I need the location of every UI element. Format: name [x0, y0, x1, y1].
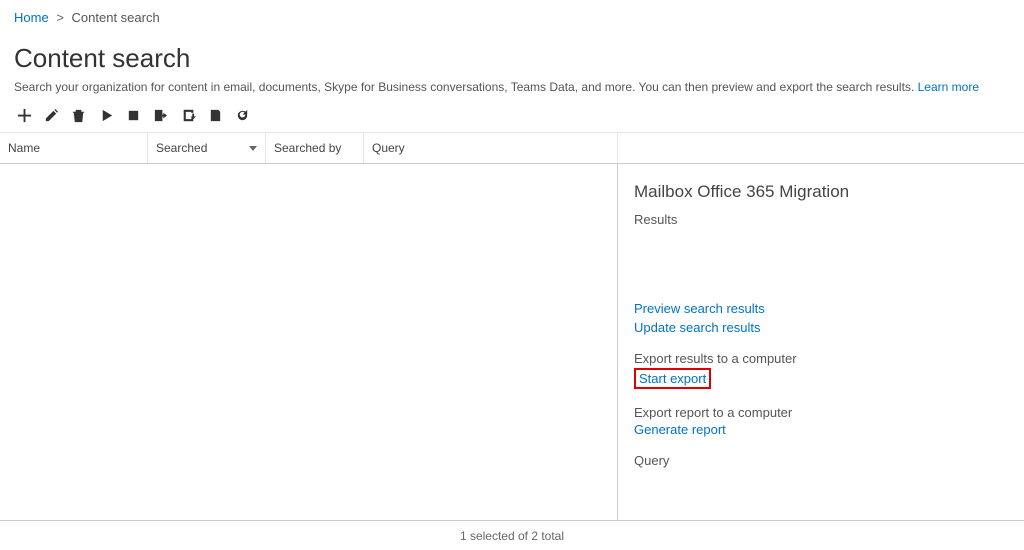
download-button[interactable] — [178, 106, 198, 124]
column-header-detail — [618, 133, 1024, 163]
download-icon — [181, 108, 196, 123]
detail-results-label: Results — [634, 212, 1008, 227]
stop-icon — [126, 108, 141, 123]
start-export-link[interactable]: Start export — [639, 371, 706, 386]
learn-more-link[interactable]: Learn more — [918, 80, 979, 94]
refresh-button[interactable] — [233, 106, 253, 124]
breadcrumb-home-link[interactable]: Home — [14, 10, 49, 25]
detail-pane: Mailbox Office 365 Migration Results Pre… — [618, 164, 1024, 520]
start-button[interactable] — [96, 106, 116, 124]
page-description: Search your organization for content in … — [0, 80, 1024, 106]
refresh-icon — [235, 108, 250, 123]
export-button[interactable] — [151, 106, 171, 124]
export-report-label: Export report to a computer — [634, 405, 1008, 420]
update-results-link[interactable]: Update search results — [634, 320, 1008, 335]
column-header-name-label: Name — [8, 141, 40, 155]
column-header-searched[interactable]: Searched — [148, 133, 266, 163]
breadcrumb: Home > Content search — [0, 0, 1024, 29]
stop-button[interactable] — [123, 106, 143, 124]
column-header-searched-by[interactable]: Searched by — [266, 133, 364, 163]
report-button[interactable] — [205, 106, 225, 124]
selection-status: 1 selected of 2 total — [0, 521, 1024, 543]
grid-rows-area[interactable] — [0, 164, 618, 520]
column-header-name[interactable]: Name — [0, 133, 148, 163]
page-title: Content search — [0, 29, 1024, 80]
toolbar — [0, 106, 1024, 132]
column-header-searched-label: Searched — [156, 141, 207, 155]
grid-body: Mailbox Office 365 Migration Results Pre… — [0, 164, 1024, 520]
breadcrumb-separator: > — [56, 10, 64, 25]
play-icon — [99, 108, 114, 123]
export-results-label: Export results to a computer — [634, 351, 1008, 366]
breadcrumb-current: Content search — [72, 10, 160, 25]
generate-report-link[interactable]: Generate report — [634, 422, 1008, 437]
pencil-icon — [44, 108, 59, 123]
column-header-searched-by-label: Searched by — [274, 141, 341, 155]
delete-button[interactable] — [69, 106, 89, 124]
export-icon — [153, 108, 168, 123]
grid-header: Name Searched Searched by Query — [0, 133, 1024, 164]
preview-results-link[interactable]: Preview search results — [634, 301, 1008, 316]
plus-icon — [17, 108, 32, 123]
column-header-query-label: Query — [372, 141, 405, 155]
new-button[interactable] — [14, 106, 34, 124]
results-grid: Name Searched Searched by Query Mailbox … — [0, 132, 1024, 521]
page-description-text: Search your organization for content in … — [14, 80, 914, 94]
detail-title: Mailbox Office 365 Migration — [634, 182, 1008, 202]
report-icon — [208, 108, 223, 123]
trash-icon — [71, 108, 86, 123]
edit-button[interactable] — [41, 106, 61, 124]
column-header-query[interactable]: Query — [364, 133, 618, 163]
start-export-highlight: Start export — [634, 368, 711, 389]
detail-query-label: Query — [634, 453, 1008, 468]
sort-desc-icon — [249, 146, 257, 151]
